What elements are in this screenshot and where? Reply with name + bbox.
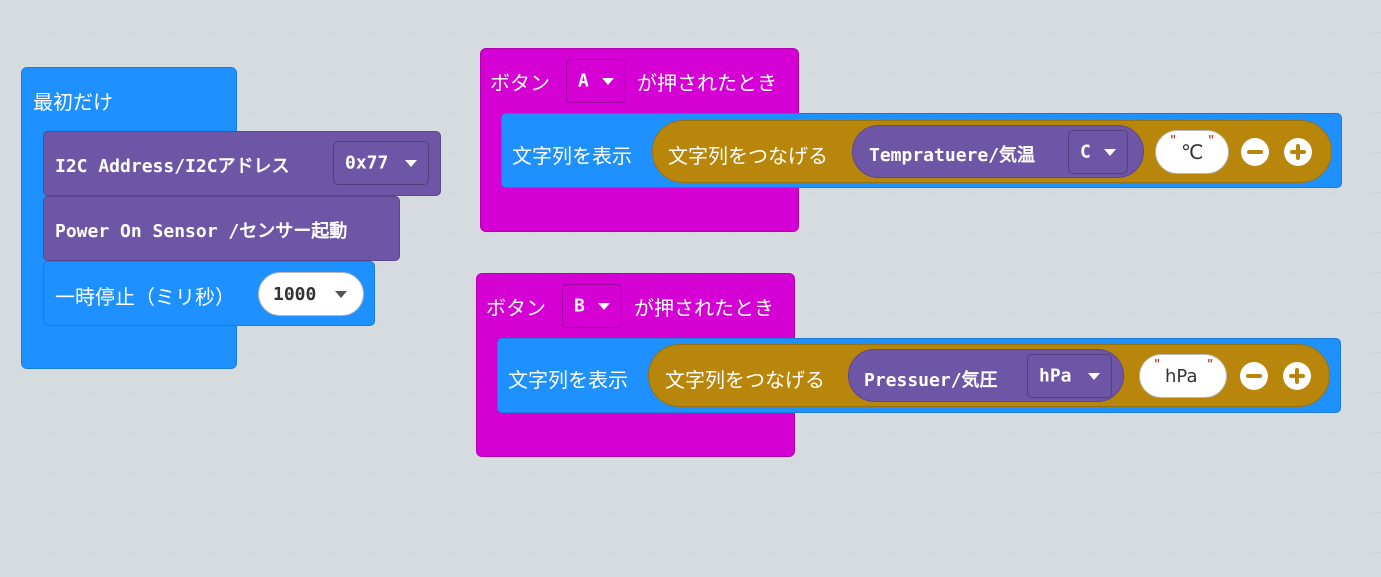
button-b-dropdown[interactable]: B bbox=[562, 284, 622, 328]
open-quote-icon: " bbox=[1154, 357, 1161, 371]
power-on-sensor-label: Power On Sensor /センサー起動 bbox=[55, 221, 348, 242]
pause-value: 1000 bbox=[273, 284, 317, 305]
button-a-suffix: が押されたとき bbox=[637, 71, 777, 95]
pause-value-dropdown[interactable]: 1000 bbox=[258, 272, 364, 316]
string-input-a[interactable]: " ℃ " bbox=[1155, 130, 1229, 174]
i2c-address-label: I2C Address/I2Cアドレス bbox=[55, 156, 290, 177]
pressure-unit-value: hPa bbox=[1039, 365, 1072, 387]
chevron-down-icon bbox=[1088, 373, 1100, 380]
plus-icon bbox=[1296, 144, 1300, 160]
button-a-dropdown[interactable]: A bbox=[566, 59, 626, 103]
open-quote-icon: " bbox=[1170, 133, 1177, 147]
plus-icon bbox=[1295, 368, 1299, 384]
temperature-unit-value: C bbox=[1080, 141, 1091, 163]
i2c-address-dropdown[interactable]: 0x77 bbox=[333, 141, 429, 185]
minus-icon bbox=[1247, 150, 1263, 154]
chevron-down-icon bbox=[335, 291, 347, 298]
button-a-value: A bbox=[578, 70, 589, 92]
minus-icon bbox=[1246, 374, 1262, 378]
string-value-a: ℃ bbox=[1181, 140, 1204, 164]
button-a-prefix: ボタン bbox=[490, 71, 550, 95]
button-b-prefix: ボタン bbox=[486, 296, 546, 320]
join-label-a: 文字列をつなげる bbox=[668, 144, 828, 168]
add-input-button-b[interactable] bbox=[1283, 362, 1311, 390]
pressure-unit-dropdown[interactable]: hPa bbox=[1027, 354, 1112, 398]
show-string-label-b: 文字列を表示 bbox=[508, 368, 628, 392]
remove-input-button-b[interactable] bbox=[1240, 362, 1268, 390]
string-value-b: hPa bbox=[1165, 366, 1198, 387]
button-b-value: B bbox=[574, 295, 585, 317]
chevron-down-icon bbox=[598, 303, 610, 310]
button-b-suffix: が押されたとき bbox=[634, 296, 774, 320]
on-start-label: 最初だけ bbox=[33, 90, 113, 114]
pressure-label: Pressuer/気圧 bbox=[864, 370, 998, 391]
temperature-unit-dropdown[interactable]: C bbox=[1068, 130, 1128, 174]
chevron-down-icon bbox=[1104, 149, 1116, 156]
pause-label: 一時停止（ミリ秒） bbox=[55, 285, 235, 309]
join-label-b: 文字列をつなげる bbox=[665, 368, 825, 392]
string-input-b[interactable]: " hPa " bbox=[1139, 354, 1227, 398]
add-input-button-a[interactable] bbox=[1284, 138, 1312, 166]
i2c-address-value: 0x77 bbox=[345, 152, 389, 174]
close-quote-icon: " bbox=[1208, 133, 1215, 147]
temperature-label: Tempratuere/気温 bbox=[869, 145, 1036, 166]
close-quote-icon: " bbox=[1207, 357, 1214, 371]
chevron-down-icon bbox=[405, 160, 417, 167]
chevron-down-icon bbox=[602, 78, 614, 85]
show-string-label-a: 文字列を表示 bbox=[512, 144, 632, 168]
remove-input-button-a[interactable] bbox=[1241, 138, 1269, 166]
